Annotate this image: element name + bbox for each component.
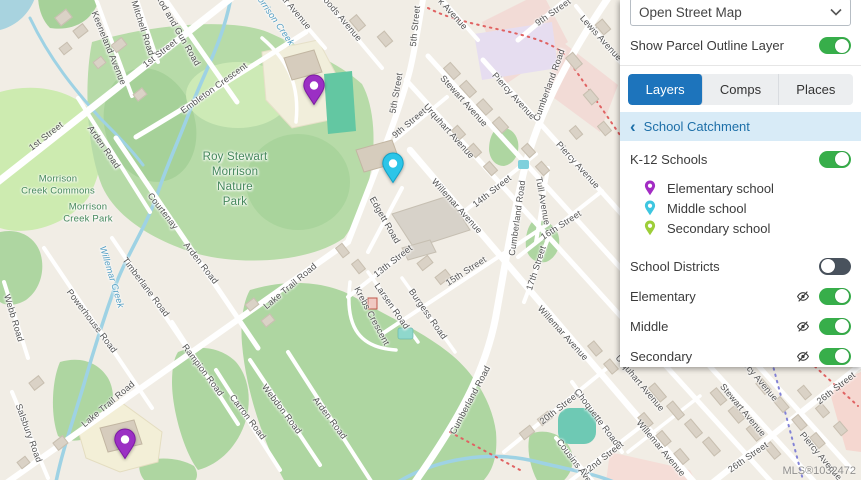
legend-label: Secondary school bbox=[667, 221, 770, 236]
basemap-select[interactable]: Open Street Map bbox=[630, 0, 851, 26]
school-catchment-header[interactable]: ‹ School Catchment bbox=[620, 112, 861, 141]
legend-item-elementary: Elementary school bbox=[620, 178, 861, 198]
map-application: Roy Stewart Morrison Nature ParkMorrison… bbox=[0, 0, 861, 480]
middle-layer-row: Middle bbox=[620, 311, 861, 341]
tab-comps[interactable]: Comps bbox=[703, 74, 778, 105]
school-legend: Elementary school Middle school Secondar… bbox=[620, 178, 861, 238]
middle-pin-icon bbox=[644, 200, 656, 216]
chevron-left-icon: ‹ bbox=[630, 118, 636, 135]
eye-slash-icon[interactable] bbox=[796, 290, 810, 303]
divider bbox=[620, 65, 861, 66]
tab-places[interactable]: Places bbox=[779, 74, 853, 105]
middle-layer-toggle[interactable] bbox=[819, 318, 851, 335]
legend-item-middle: Middle school bbox=[620, 198, 861, 218]
elementary-pin-icon bbox=[644, 180, 656, 196]
school-districts-label: School Districts bbox=[630, 259, 819, 274]
parcel-outline-label: Show Parcel Outline Layer bbox=[630, 38, 819, 53]
eye-slash-icon[interactable] bbox=[796, 320, 810, 333]
parcel-outline-toggle[interactable] bbox=[819, 37, 851, 54]
parcel-outline-row: Show Parcel Outline Layer bbox=[620, 30, 861, 61]
secondary-pin-icon bbox=[644, 220, 656, 236]
secondary-layer-row: Secondary bbox=[620, 341, 861, 371]
middle-layer-label: Middle bbox=[630, 319, 796, 334]
legend-label: Elementary school bbox=[667, 181, 774, 196]
school-districts-row: School Districts bbox=[620, 251, 861, 281]
mls-watermark: MLS®1032472 bbox=[782, 465, 856, 477]
k12-schools-toggle[interactable] bbox=[819, 151, 851, 168]
eye-slash-icon[interactable] bbox=[796, 350, 810, 363]
elementary-layer-toggle[interactable] bbox=[819, 288, 851, 305]
layers-panel: Open Street Map Show Parcel Outline Laye… bbox=[620, 0, 861, 367]
k12-schools-label: K-12 Schools bbox=[630, 152, 819, 167]
tab-layers[interactable]: Layers bbox=[628, 74, 703, 105]
legend-label: Middle school bbox=[667, 201, 747, 216]
elementary-layer-row: Elementary bbox=[620, 281, 861, 311]
panel-tabs: Layers Comps Places bbox=[628, 74, 853, 105]
secondary-layer-label: Secondary bbox=[630, 349, 796, 364]
elementary-layer-label: Elementary bbox=[630, 289, 796, 304]
chevron-down-icon bbox=[830, 8, 842, 16]
legend-item-secondary: Secondary school bbox=[620, 218, 861, 238]
basemap-select-value: Open Street Map bbox=[639, 5, 830, 20]
school-districts-toggle[interactable] bbox=[819, 258, 851, 275]
school-catchment-title: School Catchment bbox=[644, 119, 750, 134]
secondary-layer-toggle[interactable] bbox=[819, 348, 851, 365]
k12-schools-row: K-12 Schools bbox=[620, 144, 861, 174]
